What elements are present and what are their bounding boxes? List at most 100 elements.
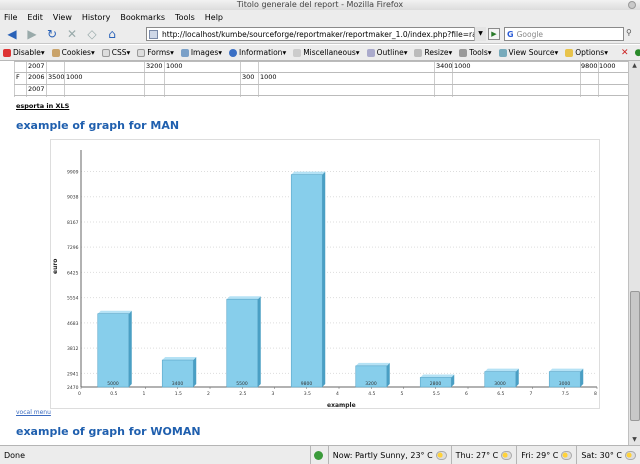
x-tick-label: 2.5 [239, 391, 246, 397]
table-cell: 9800 [581, 62, 598, 70]
table-cell: 300 [242, 73, 255, 81]
bar-side [580, 368, 584, 387]
devbar-disable[interactable]: Disable ▾ [3, 48, 45, 57]
home-button[interactable]: ⌂ [104, 26, 120, 42]
x-tick-label: 7 [530, 391, 533, 397]
x-tick-label: 6.5 [497, 391, 504, 397]
y-tick-label: 6425 [67, 270, 79, 276]
devbar-view-source[interactable]: View Source ▾ [498, 48, 558, 57]
devbar-miscellaneous[interactable]: Miscellaneous ▾ [293, 48, 360, 57]
partly-sunny-icon [501, 450, 513, 460]
weather-fri[interactable]: Fri: 29° C [517, 445, 578, 464]
y-axis-label: euro [52, 259, 59, 274]
table-cell: 1000 [166, 62, 183, 70]
reload-button[interactable]: ↻ [44, 26, 60, 42]
view-source-icon [498, 48, 507, 57]
menu-file[interactable]: File [4, 13, 17, 22]
window-title: Titolo generale del report - Mozilla Fir… [236, 0, 404, 9]
back-button[interactable]: ◀ [4, 26, 20, 42]
x-tick-label: 7.5 [562, 391, 569, 397]
bar-side [193, 357, 197, 387]
search-input[interactable]: G Google [504, 27, 624, 41]
info-icon [229, 48, 238, 57]
devbar-options[interactable]: Options ▾ [565, 48, 608, 57]
scrollbar-thumb[interactable] [630, 291, 640, 421]
bar-side [128, 310, 132, 387]
tools-icon [459, 48, 468, 57]
bar [97, 313, 130, 388]
menu-bar: File Edit View History Bookmarks Tools H… [0, 10, 640, 24]
url-bar[interactable]: http://localhost/kumbe/sourceforge/repor… [146, 27, 486, 41]
valid-icon[interactable]: ● [635, 48, 640, 58]
x-tick-label: 0 [78, 391, 81, 397]
security-icon [311, 445, 329, 464]
devbar-resize[interactable]: Resize ▾ [414, 48, 452, 57]
search-icon[interactable]: ⚲ [626, 28, 637, 40]
table-row: F 2006 3500 1000 300 1000 [14, 72, 628, 81]
vocal-menu-link[interactable]: vocal menu [16, 409, 51, 416]
devbar-cookies[interactable]: Cookies ▾ [51, 48, 95, 57]
weather-thu[interactable]: Thu: 27° C [452, 445, 518, 464]
y-tick-label: 9038 [67, 195, 79, 201]
window-close-button[interactable] [628, 1, 636, 9]
outline-icon [366, 48, 375, 57]
bookmark-button[interactable]: ◇ [84, 26, 100, 42]
options-icon [565, 48, 574, 57]
forward-button[interactable]: ▶ [24, 26, 40, 42]
search-placeholder: Google [516, 29, 544, 39]
bar-top [484, 368, 519, 372]
table-cell: 1000 [66, 73, 83, 81]
status-text: Done [0, 445, 311, 464]
devbar-images[interactable]: Images ▾ [180, 48, 222, 57]
menu-bookmarks[interactable]: Bookmarks [120, 13, 165, 22]
menu-history[interactable]: History [82, 13, 110, 22]
devbar-css[interactable]: CSS ▾ [101, 48, 130, 57]
bar-side [322, 171, 326, 387]
bar-value-label: 3200 [365, 381, 377, 387]
go-button[interactable]: ▶ [488, 28, 500, 40]
bar-value-label: 3000 [494, 381, 506, 387]
misc-icon [293, 48, 302, 57]
x-tick-label: 5.5 [433, 391, 440, 397]
menu-tools[interactable]: Tools [175, 13, 195, 22]
stop-button[interactable]: ✕ [64, 26, 80, 42]
error-icon[interactable]: ✕ [621, 48, 629, 58]
url-history-dropdown[interactable]: ▼ [474, 27, 486, 41]
weather-now[interactable]: Now: Partly Sunny, 23° C [329, 445, 452, 464]
vertical-scrollbar[interactable]: ▲ ▼ [628, 61, 640, 445]
partly-sunny-icon [625, 450, 636, 460]
table-cell: 3500 [48, 73, 65, 81]
y-tick-label: 5554 [67, 296, 79, 302]
x-tick-label: 3.5 [304, 391, 311, 397]
export-xls-link[interactable]: esporta in XLS [16, 102, 69, 110]
partly-sunny-icon [561, 450, 573, 460]
menu-help[interactable]: Help [205, 13, 223, 22]
table-cell: 1000 [260, 73, 277, 81]
weather-sat[interactable]: Sat: 30° C [577, 446, 640, 464]
bar-value-label: 3400 [172, 381, 184, 387]
disable-icon [3, 48, 11, 57]
bar [226, 298, 259, 388]
devbar-tools[interactable]: Tools ▾ [459, 48, 492, 57]
table-bottom-border [14, 95, 628, 96]
bar-top [226, 296, 261, 300]
devbar-information[interactable]: Information ▾ [229, 48, 286, 57]
scroll-up-icon[interactable]: ▲ [629, 61, 640, 71]
scroll-down-icon[interactable]: ▼ [629, 435, 640, 445]
table-cell: F [16, 73, 20, 81]
devbar-forms[interactable]: Forms ▾ [137, 48, 174, 57]
devbar-outline[interactable]: Outline ▾ [366, 48, 407, 57]
bar-value-label: 9800 [301, 381, 313, 387]
bar-value-label: 5500 [236, 381, 248, 387]
css-icon [101, 48, 110, 57]
x-tick-label: 8 [594, 391, 597, 397]
page-content: 2007 3200 1000 3400 1000 9800 1000 F 200… [0, 61, 628, 445]
y-tick-label: 8167 [67, 220, 79, 226]
resize-icon [414, 48, 423, 57]
bar-value-label: 2800 [430, 381, 442, 387]
chart-svg: 2470294138124683555464257296816790389909… [52, 150, 598, 409]
menu-edit[interactable]: Edit [27, 13, 43, 22]
x-tick-label: 4 [336, 391, 339, 397]
bar [290, 174, 323, 388]
menu-view[interactable]: View [53, 13, 72, 22]
